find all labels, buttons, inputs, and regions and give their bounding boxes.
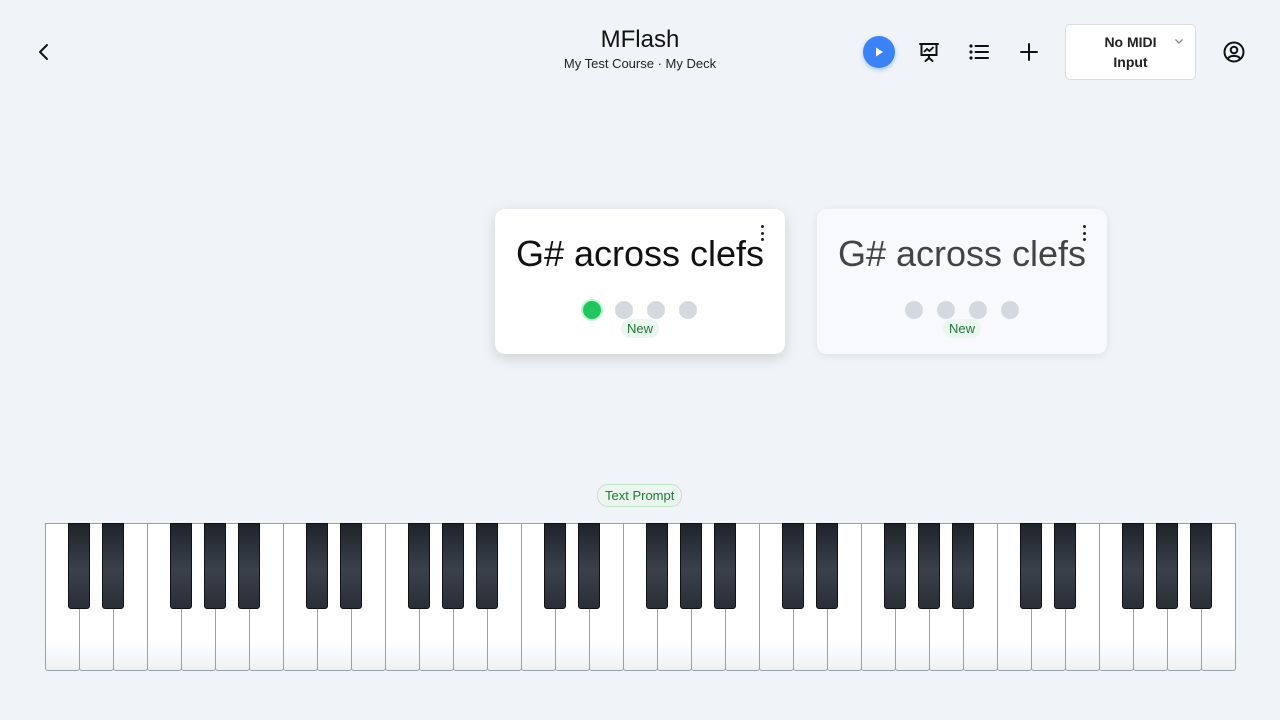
midi-input-select[interactable]: No MIDI Input: [1065, 24, 1196, 80]
status-badge: New: [942, 319, 982, 338]
add-button[interactable]: [1011, 34, 1047, 70]
progress-dot: [969, 301, 987, 319]
midi-input-label: No MIDI Input: [1104, 34, 1157, 70]
card-title: G# across clefs: [515, 233, 765, 274]
progress-dot: [647, 301, 665, 319]
user-circle-icon: [1223, 41, 1245, 63]
card-title: G# across clefs: [837, 233, 1087, 274]
piano-black-key[interactable]: [476, 523, 498, 609]
piano-keyboard: [45, 523, 1236, 672]
piano-black-key[interactable]: [68, 523, 90, 609]
play-icon: [863, 36, 895, 68]
piano-black-key[interactable]: [238, 523, 260, 609]
progress-dot: [905, 301, 923, 319]
piano-black-key[interactable]: [714, 523, 736, 609]
piano-black-key[interactable]: [918, 523, 940, 609]
toolbar: No MIDI Input: [847, 24, 1252, 80]
progress-dot: [1001, 301, 1019, 319]
piano-black-key[interactable]: [102, 523, 124, 609]
piano-black-key[interactable]: [952, 523, 974, 609]
play-button[interactable]: [861, 34, 897, 70]
chevron-down-icon: [1175, 39, 1183, 44]
status-badge: New: [620, 319, 660, 338]
presentation-button[interactable]: [911, 34, 947, 70]
piano-black-key[interactable]: [1156, 523, 1178, 609]
account-button[interactable]: [1216, 34, 1252, 70]
progress-dot: [583, 301, 601, 319]
piano-black-key[interactable]: [340, 523, 362, 609]
piano-black-key[interactable]: [442, 523, 464, 609]
presentation-chart-icon: [919, 43, 939, 62]
piano-black-key[interactable]: [680, 523, 702, 609]
piano-black-key[interactable]: [544, 523, 566, 609]
piano-black-key[interactable]: [646, 523, 668, 609]
piano-black-key[interactable]: [170, 523, 192, 609]
piano-black-key[interactable]: [1020, 523, 1042, 609]
piano-black-key[interactable]: [1190, 523, 1212, 609]
progress-dot: [615, 301, 633, 319]
progress-dot: [679, 301, 697, 319]
text-prompt-tag: Text Prompt: [597, 484, 683, 507]
list-button[interactable]: [961, 34, 997, 70]
list-icon: [969, 44, 989, 60]
piano-black-key[interactable]: [408, 523, 430, 609]
progress-dots: [817, 301, 1107, 319]
progress-dot: [937, 301, 955, 319]
piano-black-key[interactable]: [1122, 523, 1144, 609]
progress-dots: [495, 301, 785, 319]
flashcard[interactable]: G# across clefs New: [495, 209, 785, 354]
piano-black-key[interactable]: [884, 523, 906, 609]
flashcard[interactable]: G# across clefs New: [817, 209, 1107, 354]
piano-black-key[interactable]: [578, 523, 600, 609]
piano-black-key[interactable]: [204, 523, 226, 609]
piano-black-key[interactable]: [1054, 523, 1076, 609]
piano-black-key[interactable]: [306, 523, 328, 609]
piano-black-key[interactable]: [816, 523, 838, 609]
plus-icon: [1020, 43, 1038, 61]
piano-black-key[interactable]: [782, 523, 804, 609]
